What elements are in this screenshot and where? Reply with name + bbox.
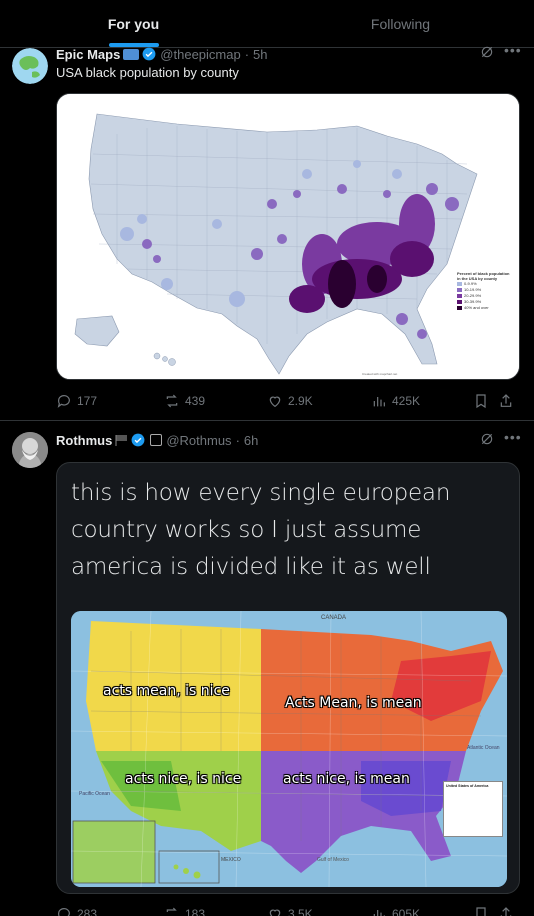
post-divider (0, 420, 534, 421)
reply-count: 283 (77, 907, 98, 916)
views-button[interactable]: 425K (371, 393, 473, 409)
avatar[interactable] (12, 432, 48, 468)
grok-icon[interactable] (480, 45, 494, 62)
post-image-map[interactable]: Percent of black population in the USA b… (56, 93, 520, 380)
bookmark-button[interactable] (473, 906, 498, 916)
like-button[interactable]: 2.9K (267, 393, 371, 409)
globe-avatar-icon (12, 48, 48, 84)
mexico-label: MEXICO (221, 857, 241, 863)
more-options-icon[interactable]: ••• (504, 42, 522, 58)
post-actions: 177 439 2.9K 425K (56, 393, 520, 409)
canada-label: CANADA (321, 615, 347, 621)
author-name[interactable]: Rothmus (56, 433, 112, 448)
tab-following[interactable]: Following (267, 0, 534, 47)
quadrant-label-sw: acts nice, is nice (125, 771, 242, 787)
bookmark-button[interactable] (473, 393, 498, 409)
quadrant-label-ne: Acts Mean, is mean (285, 695, 422, 711)
reply-button[interactable]: 283 (56, 906, 164, 916)
quadrant-label-nw: acts mean, is nice (103, 683, 230, 699)
share-icon (500, 394, 512, 407)
analytics-icon (373, 910, 385, 916)
post-image-meme[interactable]: this is how every single european countr… (56, 462, 520, 894)
post-actions: 283 183 3.5K 605K (56, 906, 520, 916)
atlantic-label: Atlantic Ocean (467, 745, 500, 751)
bookmark-icon (476, 907, 486, 916)
like-count: 3.5K (288, 907, 313, 916)
map-legend-title: United States of America (446, 784, 489, 788)
meme-caption: this is how every single european countr… (71, 480, 451, 580)
reply-icon (57, 908, 70, 916)
quadrant-map: acts mean, is nice Acts Mean, is mean ac… (71, 611, 507, 887)
view-count: 425K (392, 394, 421, 408)
timeline-tabs: For you Following (0, 0, 534, 48)
legend-item: 40% and over (457, 305, 513, 311)
separator-dot: · (244, 46, 250, 62)
gulf-label: Gulf of Mexico (317, 857, 349, 863)
tab-for-you[interactable]: For you (0, 0, 267, 47)
more-options-icon[interactable]: ••• (504, 429, 522, 445)
legend-swatch (457, 288, 462, 292)
repost-button[interactable]: 183 (164, 906, 267, 916)
like-button[interactable]: 3.5K (267, 906, 371, 916)
verified-badge-icon (131, 433, 145, 447)
person-avatar-icon (12, 432, 48, 468)
verified-badge-icon (142, 47, 156, 61)
heart-icon (269, 396, 281, 408)
grok-icon[interactable] (480, 432, 494, 449)
repost-count: 183 (185, 907, 206, 916)
post-rothmus[interactable]: Rothmus @Rothmus · 6h ••• this is how ev… (0, 429, 534, 916)
reply-icon (57, 395, 70, 408)
heart-icon (269, 909, 281, 916)
legend-swatch (457, 300, 462, 304)
analytics-icon (373, 397, 385, 407)
legend-title: Percent of black population in the USA b… (457, 271, 510, 281)
post-text: USA black population by county (56, 65, 239, 80)
reply-count: 177 (77, 394, 98, 408)
repost-count: 439 (185, 394, 206, 408)
map-emoji-icon (123, 48, 140, 60)
post-header: Rothmus @Rothmus · 6h (56, 432, 258, 448)
repost-button[interactable]: 439 (164, 393, 267, 409)
like-count: 2.9K (288, 394, 313, 408)
pacific-label: Pacific Ocean (79, 791, 110, 797)
author-handle[interactable]: @Rothmus (166, 433, 231, 448)
quadrant-map-graphic (71, 611, 507, 887)
post-header: Epic Maps @theepicmap · 5h (56, 46, 268, 62)
affiliate-badge-icon (150, 434, 163, 446)
repost-icon (166, 394, 178, 408)
share-button[interactable] (498, 393, 514, 409)
views-button[interactable]: 605K (371, 906, 473, 916)
map-credit: Created with mapchart.net (362, 372, 398, 376)
legend-swatch (457, 294, 462, 298)
post-epic-maps[interactable]: Epic Maps @theepicmap · 5h ••• USA black… (0, 42, 534, 420)
view-count: 605K (392, 907, 421, 916)
repost-icon (166, 907, 178, 916)
legend-label: 40% and over (464, 305, 489, 310)
black-flag-icon (115, 434, 128, 446)
share-icon (500, 907, 512, 916)
map-legend-box: United States of America (443, 781, 503, 837)
avatar[interactable] (12, 48, 48, 84)
map-legend: Percent of black population in the USA b… (455, 269, 515, 313)
post-time[interactable]: 6h (244, 433, 258, 448)
author-name[interactable]: Epic Maps (56, 47, 120, 62)
separator-dot: · (235, 432, 240, 448)
bookmark-icon (476, 394, 486, 409)
author-handle[interactable]: @theepicmap (160, 47, 240, 62)
legend-swatch (457, 306, 462, 310)
post-time[interactable]: 5h (253, 47, 267, 62)
legend-swatch (457, 282, 462, 286)
reply-button[interactable]: 177 (56, 393, 164, 409)
share-button[interactable] (498, 906, 514, 916)
us-black-population-map (57, 94, 519, 379)
quadrant-label-se: acts nice, is mean (283, 771, 410, 787)
